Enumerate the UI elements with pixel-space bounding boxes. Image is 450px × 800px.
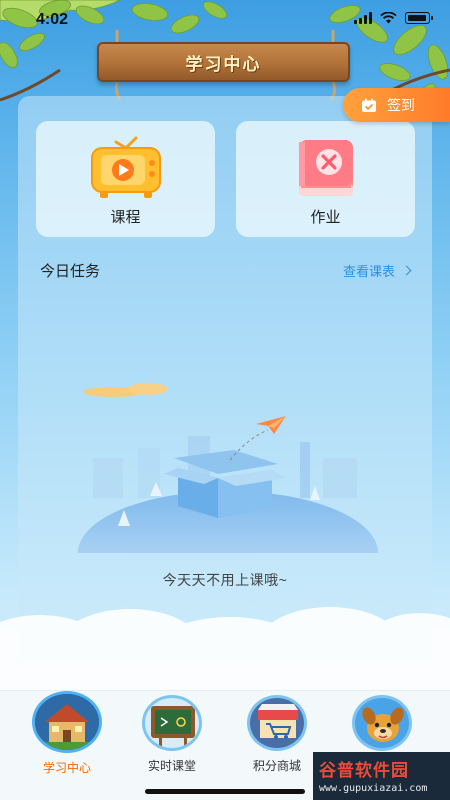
nav-label: 积分商城	[252, 759, 301, 773]
nav-label: 学习中心	[42, 761, 91, 775]
nav-item-live-class[interactable]: 实时课堂	[127, 695, 217, 774]
nav-item-points-mall[interactable]: 积分商城	[232, 695, 322, 774]
checkin-button[interactable]: 签到	[343, 88, 450, 122]
view-schedule-link[interactable]: 查看课表	[342, 261, 412, 280]
courses-label: 课程	[110, 209, 141, 226]
today-tasks-title: 今日任务	[40, 263, 101, 280]
dog-avatar-icon	[352, 695, 412, 751]
checkin-label: 签到	[387, 97, 415, 113]
view-schedule-label: 查看课表	[342, 264, 395, 279]
house-icon	[32, 691, 102, 753]
watermark-logo: 谷普软件园	[319, 756, 444, 781]
clouds-decoration	[0, 607, 450, 705]
watermark-logo-text: 谷普软件园	[319, 761, 409, 780]
nav-label: 实时课堂	[147, 759, 196, 773]
courses-card[interactable]: 课程	[36, 121, 215, 237]
homework-label: 作业	[310, 209, 341, 226]
homework-card[interactable]: 作业	[236, 121, 415, 237]
header-sign: 学习中心	[97, 42, 350, 82]
nav-item-study-center[interactable]: 学习中心	[22, 691, 112, 776]
cellular-signal-icon	[354, 12, 372, 24]
home-indicator	[145, 789, 305, 794]
chalkboard-icon	[142, 695, 202, 751]
page-title: 学习中心	[185, 54, 262, 74]
status-time: 4:02	[36, 11, 69, 28]
empty-box-illustration	[78, 383, 378, 553]
book-close-icon	[291, 134, 361, 205]
site-watermark: 谷普软件园 www.gupuxiazai.com	[313, 752, 450, 800]
status-icons	[354, 12, 433, 24]
watermark-url: www.gupuxiazai.com	[319, 783, 428, 794]
calendar-check-icon	[362, 98, 376, 112]
shop-cart-icon	[247, 695, 307, 751]
battery-icon	[405, 12, 433, 24]
status-bar: 4:02	[0, 0, 450, 40]
wifi-icon	[380, 12, 397, 24]
chevron-right-icon	[401, 265, 412, 276]
tv-play-icon	[88, 134, 164, 205]
